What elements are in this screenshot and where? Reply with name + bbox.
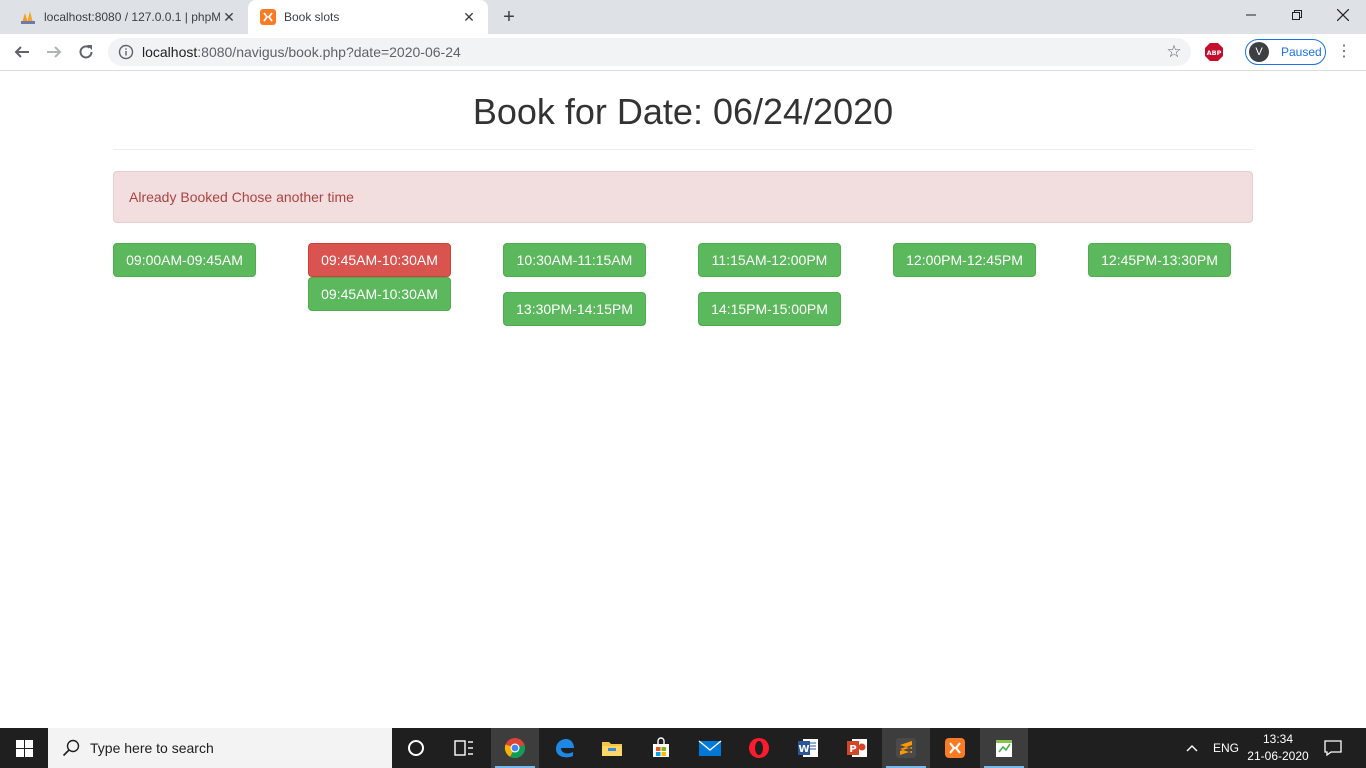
xampp-icon[interactable] [931, 728, 979, 768]
tab-title: Book slots [284, 10, 340, 24]
tab-title: localhost:8080 / 127.0.0.1 | phpMyAdmin [44, 10, 220, 24]
phpmyadmin-icon [20, 9, 36, 25]
avatar: V [1249, 42, 1269, 62]
close-window-button[interactable] [1320, 0, 1366, 30]
notepad-plus-icon[interactable] [980, 728, 1028, 768]
close-tab-icon[interactable]: ✕ [460, 8, 478, 26]
store-icon[interactable] [637, 728, 685, 768]
mail-icon[interactable] [686, 728, 734, 768]
reload-button[interactable] [72, 38, 100, 66]
cortana-icon[interactable] [392, 728, 440, 768]
slot-button[interactable]: 14:15PM-15:00PM [698, 292, 841, 326]
taskbar-search[interactable]: Type here to search [48, 728, 392, 768]
slot-button[interactable]: 09:45AM-10:30AM [308, 277, 451, 311]
task-view-icon[interactable] [440, 728, 488, 768]
bookmark-star-icon[interactable]: ☆ [1165, 43, 1183, 61]
close-tab-icon[interactable]: ✕ [220, 8, 238, 26]
url-text: localhost:8080/navigus/book.php?date=202… [142, 44, 461, 60]
word-icon[interactable]: W [784, 728, 832, 768]
taskbar: Type here to search W P ENG 13:34 21-06-… [0, 728, 1366, 768]
xampp-icon [260, 9, 276, 25]
svg-text:P: P [849, 744, 856, 755]
adblock-plus-icon[interactable]: ABP [1205, 43, 1223, 61]
url-host: localhost [142, 44, 198, 60]
slot-button[interactable]: 10:30AM-11:15AM [503, 243, 646, 277]
minimize-button[interactable] [1228, 0, 1274, 30]
back-button[interactable] [8, 38, 36, 66]
clock-date: 21-06-2020 [1247, 749, 1309, 763]
page-content: Book for Date: 06/24/2020 Already Booked… [0, 71, 1366, 728]
restore-button[interactable] [1274, 0, 1320, 30]
tab-strip: localhost:8080 / 127.0.0.1 | phpMyAdmin … [0, 0, 1366, 34]
search-icon [62, 739, 80, 757]
page-title: Book for Date: 06/24/2020 [472, 91, 894, 132]
divider [113, 149, 1253, 150]
clock-time: 13:34 [1262, 732, 1294, 746]
menu-dots-icon[interactable]: ⋮ [1334, 41, 1354, 63]
browser-toolbar: localhost:8080/navigus/book.php?date=202… [0, 34, 1366, 71]
profile-status: Paused [1281, 45, 1322, 59]
search-placeholder: Type here to search [90, 740, 214, 756]
url-path: :8080/navigus/book.php?date=2020-06-24 [197, 44, 461, 60]
address-bar[interactable]: localhost:8080/navigus/book.php?date=202… [108, 38, 1191, 66]
opera-icon[interactable] [735, 728, 783, 768]
edge-icon[interactable] [540, 728, 588, 768]
notifications-icon[interactable] [1324, 728, 1342, 768]
slot-button-booked[interactable]: 09:45AM-10:30AM [308, 243, 451, 277]
new-tab-button[interactable]: + [498, 6, 520, 28]
language-indicator[interactable]: ENG [1213, 728, 1239, 768]
clock[interactable]: 13:34 21-06-2020 [1246, 731, 1310, 765]
info-icon[interactable] [118, 44, 134, 60]
tab-phpmyadmin[interactable]: localhost:8080 / 127.0.0.1 | phpMyAdmin … [8, 0, 248, 34]
forward-button[interactable] [40, 38, 68, 66]
tab-book-slots[interactable]: Book slots ✕ [248, 0, 488, 34]
slot-button[interactable]: 12:00PM-12:45PM [893, 243, 1036, 277]
sublime-text-icon[interactable] [882, 728, 930, 768]
slot-button[interactable]: 09:00AM-09:45AM [113, 243, 256, 277]
profile-button[interactable]: V Paused [1245, 39, 1326, 65]
slot-button[interactable]: 11:15AM-12:00PM [698, 243, 841, 277]
windows-icon [15, 739, 33, 757]
start-button[interactable] [0, 728, 48, 768]
abp-label: ABP [1207, 49, 1222, 57]
error-alert: Already Booked Chose another time [113, 171, 1253, 223]
slot-button[interactable]: 13:30PM-14:15PM [503, 292, 646, 326]
tray-chevron-icon[interactable] [1186, 728, 1198, 768]
powerpoint-icon[interactable]: P [833, 728, 881, 768]
slot-button[interactable]: 12:45PM-13:30PM [1088, 243, 1231, 277]
chrome-icon[interactable] [491, 728, 539, 768]
file-explorer-icon[interactable] [588, 728, 636, 768]
svg-text:W: W [798, 744, 809, 755]
